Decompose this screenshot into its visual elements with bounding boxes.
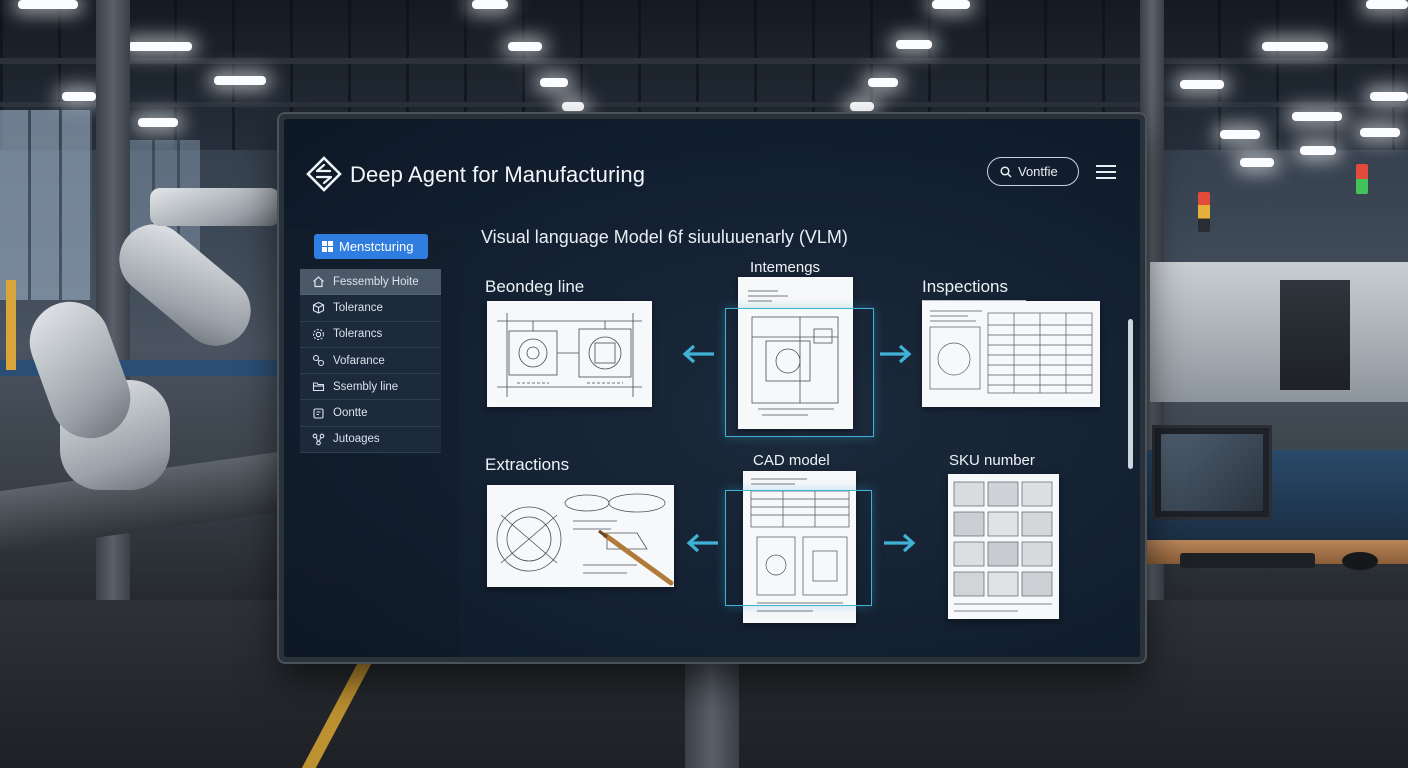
display-monitor: Deep Agent for Manufacturing Vontfie Men… bbox=[279, 114, 1145, 662]
link-icon bbox=[312, 354, 325, 367]
mouse bbox=[1342, 552, 1378, 570]
ceiling-light bbox=[214, 76, 266, 85]
factory-window bbox=[0, 110, 92, 300]
inspection-sheet[interactable] bbox=[922, 301, 1100, 407]
sidebar-primary-label: Menstcturing bbox=[339, 239, 414, 254]
sidebar-item-images[interactable]: Jutoages bbox=[300, 427, 441, 454]
ceiling-light bbox=[138, 118, 178, 127]
sidebar-item-label: Tolerance bbox=[333, 301, 383, 314]
vlm-title: Visual language Model 6f siuuluuenarly (… bbox=[481, 227, 848, 247]
engineering-drawing-thumbnail[interactable] bbox=[487, 301, 652, 407]
ceiling-beam bbox=[0, 102, 1408, 107]
ceiling-light bbox=[128, 42, 192, 51]
ceiling-light bbox=[540, 78, 568, 87]
safety-post bbox=[6, 280, 16, 370]
search-label: Vontfie bbox=[1018, 164, 1058, 179]
extraction-drawing[interactable] bbox=[487, 485, 674, 587]
sidebar-item-variance[interactable]: Vofarance bbox=[300, 348, 441, 375]
signal-tower bbox=[1356, 164, 1368, 194]
selection-frame bbox=[725, 308, 874, 437]
settings-icon bbox=[312, 328, 325, 340]
sidebar-item-tolerance[interactable]: Tolerance bbox=[300, 295, 441, 322]
section-label-cad-model: CAD model bbox=[753, 452, 830, 469]
annotated-drawing-image bbox=[496, 493, 674, 586]
logo-icon bbox=[306, 156, 342, 192]
grid-icon bbox=[322, 241, 333, 252]
scrollbar[interactable] bbox=[1128, 319, 1133, 469]
sidebar-item-label: Fessembly Hoite bbox=[333, 275, 419, 288]
ceiling-light bbox=[1262, 42, 1328, 51]
ceiling-light bbox=[1180, 80, 1224, 89]
keyboard bbox=[1180, 553, 1315, 568]
ceiling-light bbox=[1360, 128, 1400, 137]
ceiling-light bbox=[896, 40, 932, 49]
sidebar-menu: Fessembly Hoite Tolerance Tolerancs Vofa… bbox=[300, 269, 441, 454]
sidebar-item-tolerances[interactable]: Tolerancs bbox=[300, 322, 441, 348]
section-label-inspections: Inspections bbox=[922, 277, 1026, 301]
ceiling-light bbox=[850, 102, 874, 111]
ceiling-light bbox=[562, 102, 584, 111]
machine-panel bbox=[1280, 280, 1350, 390]
desk-monitor bbox=[1152, 425, 1272, 520]
sidebar-item-content[interactable]: Oontte bbox=[300, 400, 441, 427]
sidebar-item-assembly-home[interactable]: Fessembly Hoite bbox=[300, 269, 441, 296]
section-label-extractions: Extractions bbox=[485, 455, 570, 474]
ceiling-light bbox=[472, 0, 508, 9]
search-button[interactable]: Vontfie bbox=[987, 157, 1079, 186]
sku-grid-image bbox=[953, 481, 1053, 612]
ceiling-light bbox=[62, 92, 96, 101]
sidebar-item-label: Tolerancs bbox=[333, 328, 383, 341]
arrow-right-icon bbox=[884, 533, 916, 553]
ceiling-beam bbox=[0, 58, 1408, 64]
selection-frame bbox=[725, 490, 872, 606]
robot-gripper bbox=[150, 188, 280, 226]
network-icon bbox=[312, 433, 325, 446]
app-title: Deep Agent for Manufacturing bbox=[350, 162, 646, 187]
ceiling-light bbox=[1366, 0, 1408, 9]
signal-tower bbox=[1198, 192, 1210, 232]
sidebar-item-assembly-line[interactable]: Ssembly line bbox=[300, 374, 441, 401]
search-icon bbox=[1000, 165, 1012, 178]
sidebar-item-label: Jutoages bbox=[333, 433, 380, 446]
ceiling-light bbox=[932, 0, 970, 9]
ceiling-light bbox=[1300, 146, 1336, 155]
screen-stand bbox=[685, 662, 739, 768]
section-label-drawings: Intemengs bbox=[750, 259, 821, 276]
square-icon bbox=[313, 408, 324, 419]
section-label-sku-number: SKU number bbox=[949, 452, 1035, 469]
ceiling-light bbox=[18, 0, 78, 9]
sidebar: Menstcturing Fessembly Hoite Tolerance T… bbox=[284, 229, 459, 657]
ceiling-light bbox=[508, 42, 542, 51]
folder-icon bbox=[312, 382, 325, 392]
ceiling-light bbox=[1240, 158, 1274, 167]
ceiling-light bbox=[1370, 92, 1408, 101]
sidebar-item-label: Ssembly line bbox=[333, 380, 399, 393]
app-window: Deep Agent for Manufacturing Vontfie Men… bbox=[284, 119, 1140, 657]
hamburger-menu-icon[interactable] bbox=[1096, 165, 1116, 179]
sidebar-primary-button[interactable]: Menstcturing bbox=[314, 234, 428, 259]
ceiling-light bbox=[1220, 130, 1260, 139]
ceiling-light bbox=[868, 78, 898, 87]
arrow-left-icon bbox=[686, 533, 718, 553]
sku-number-sheet[interactable] bbox=[948, 474, 1059, 619]
arrow-right-icon bbox=[880, 344, 912, 364]
app-header: Deep Agent for Manufacturing Vontfie bbox=[284, 119, 1140, 229]
arrow-left-icon bbox=[682, 344, 714, 364]
industrial-machine bbox=[1150, 262, 1408, 402]
sidebar-item-label: Vofarance bbox=[333, 354, 385, 367]
technical-drawing-image bbox=[497, 313, 642, 397]
ceiling-light bbox=[1292, 112, 1342, 121]
sidebar-item-label: Oontte bbox=[333, 407, 368, 420]
box-icon bbox=[312, 302, 325, 315]
inspection-table-image bbox=[929, 310, 1093, 394]
section-label-bending-line: Beondeg line bbox=[485, 277, 585, 296]
home-icon bbox=[313, 276, 324, 288]
